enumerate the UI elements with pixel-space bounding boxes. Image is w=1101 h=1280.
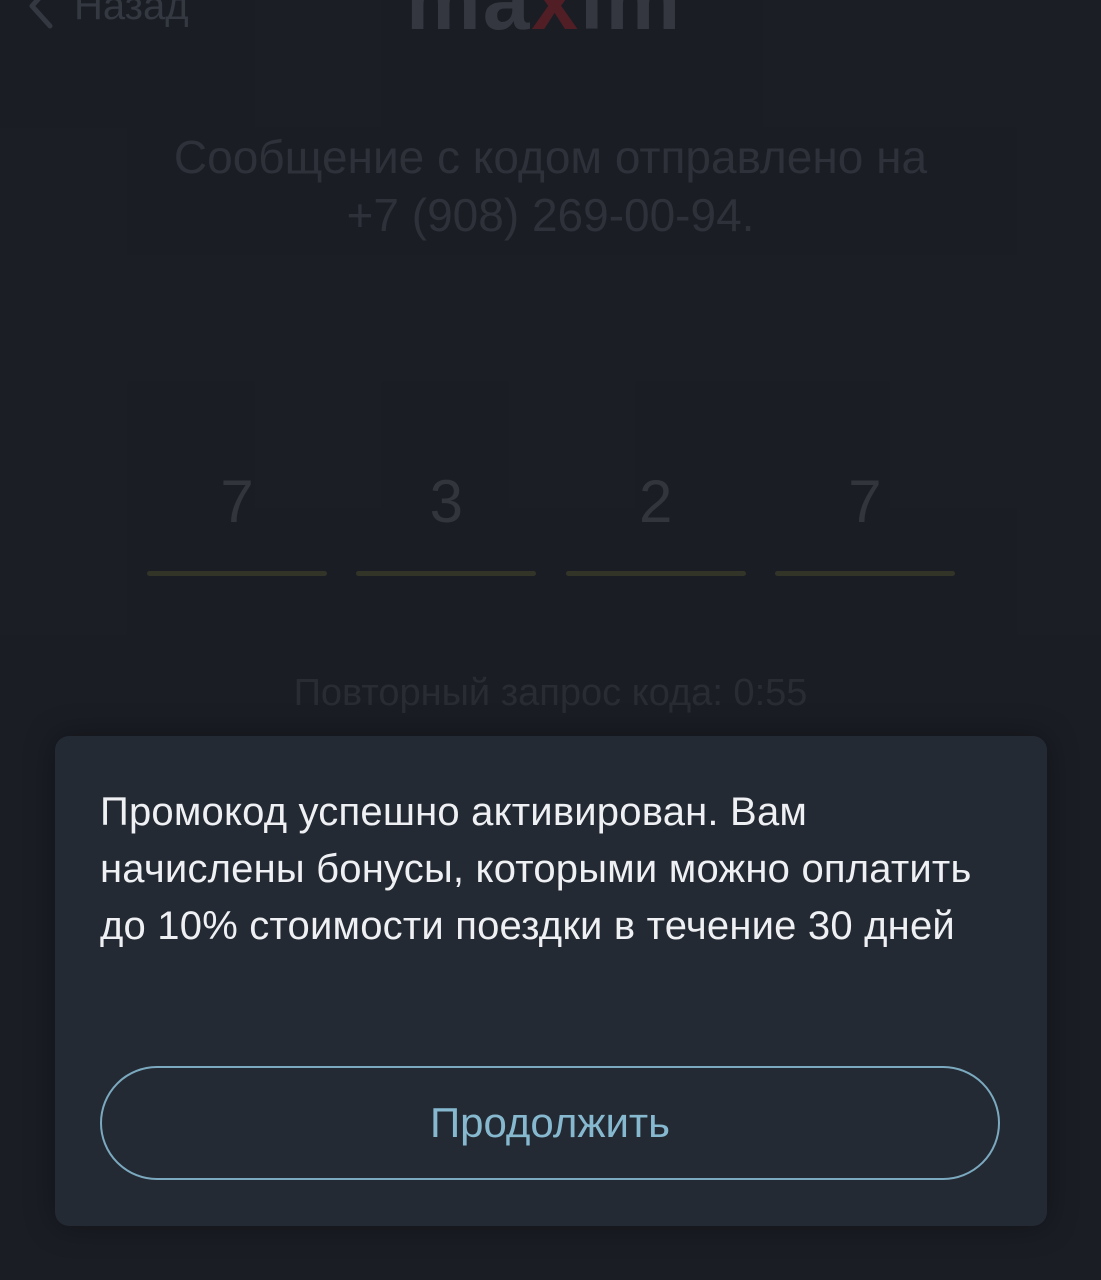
- screen: Назад maxim Сообщение с кодом отправлено…: [0, 0, 1101, 1280]
- modal-message: Промокод успешно активирован. Вам начисл…: [100, 790, 972, 948]
- continue-button[interactable]: Продолжить: [100, 1066, 1000, 1180]
- promo-activated-modal: Промокод успешно активирован. Вам начисл…: [55, 736, 1047, 1226]
